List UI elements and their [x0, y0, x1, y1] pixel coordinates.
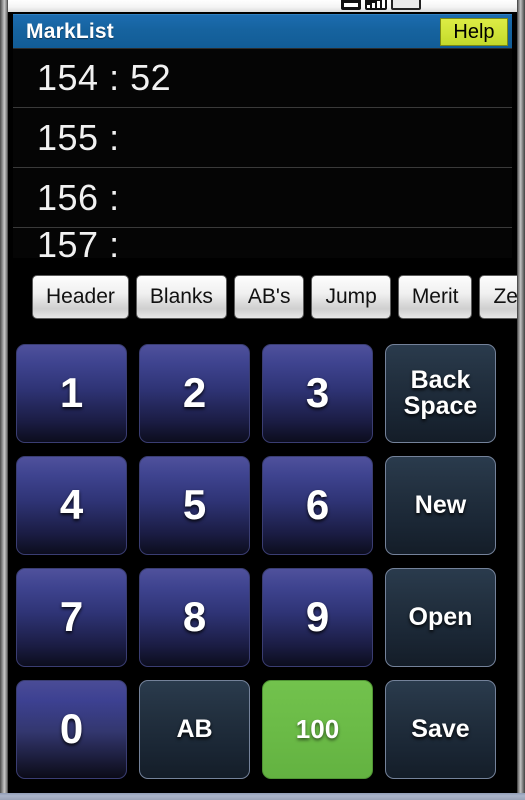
- keypad: 1 2 3 Back Space 4 5 6 New 7 8 9 Open 0 A…: [16, 336, 517, 786]
- device-bezel-bottom: [0, 793, 525, 800]
- status-bar-icons: [341, 0, 421, 10]
- title-bar: MarkList Help: [13, 14, 512, 48]
- new-button[interactable]: New: [385, 456, 496, 555]
- blanks-button[interactable]: Blanks: [135, 275, 227, 319]
- key-4[interactable]: 4: [16, 456, 127, 555]
- device-frame: MarkList Help 154 : 52 155 : 156 : 157 :…: [0, 0, 525, 800]
- keypad-row: 0 AB 100 Save: [16, 680, 517, 779]
- keypad-row: 7 8 9 Open: [16, 568, 517, 667]
- merit-button[interactable]: Merit: [397, 275, 473, 319]
- zero-button[interactable]: Zer: [479, 275, 517, 319]
- key-7[interactable]: 7: [16, 568, 127, 667]
- list-item-label: 157 :: [37, 228, 120, 258]
- list-item[interactable]: 155 :: [13, 108, 512, 168]
- list-item[interactable]: 154 : 52: [13, 48, 512, 108]
- abs-button[interactable]: AB's: [233, 275, 305, 319]
- header-button[interactable]: Header: [32, 275, 129, 319]
- keypad-row: 4 5 6 New: [16, 456, 517, 555]
- list-item-label: 154 : 52: [37, 57, 172, 98]
- list-item-label: 156 :: [37, 176, 120, 218]
- android-status-bar: [8, 0, 517, 12]
- screen: MarkList Help 154 : 52 155 : 156 : 157 :…: [8, 0, 517, 793]
- list-item[interactable]: 156 :: [13, 168, 512, 228]
- page-title: MarkList: [26, 19, 114, 43]
- device-bezel-left: [0, 0, 8, 800]
- key-6[interactable]: 6: [262, 456, 373, 555]
- ab-button[interactable]: AB: [139, 680, 250, 779]
- key-5[interactable]: 5: [139, 456, 250, 555]
- list-item[interactable]: 157 :: [13, 228, 512, 258]
- hundred-button[interactable]: 100: [262, 680, 373, 779]
- save-button[interactable]: Save: [385, 680, 496, 779]
- signal-bars-icon: [365, 0, 387, 10]
- help-button[interactable]: Help: [440, 18, 508, 46]
- signal-icon: [341, 0, 361, 10]
- keypad-row: 1 2 3 Back Space: [16, 344, 517, 443]
- key-3[interactable]: 3: [262, 344, 373, 443]
- device-bezel-right: [517, 0, 525, 800]
- list-item-label: 155 :: [37, 116, 120, 158]
- battery-icon: [391, 0, 421, 10]
- open-button[interactable]: Open: [385, 568, 496, 667]
- key-8[interactable]: 8: [139, 568, 250, 667]
- toolbar: Header Blanks AB's Jump Merit Zer: [16, 268, 517, 326]
- backspace-button[interactable]: Back Space: [385, 344, 496, 443]
- key-9[interactable]: 9: [262, 568, 373, 667]
- key-2[interactable]: 2: [139, 344, 250, 443]
- mark-list[interactable]: 154 : 52 155 : 156 : 157 :: [13, 48, 512, 261]
- key-0[interactable]: 0: [16, 680, 127, 779]
- jump-button[interactable]: Jump: [311, 275, 391, 319]
- key-1[interactable]: 1: [16, 344, 127, 443]
